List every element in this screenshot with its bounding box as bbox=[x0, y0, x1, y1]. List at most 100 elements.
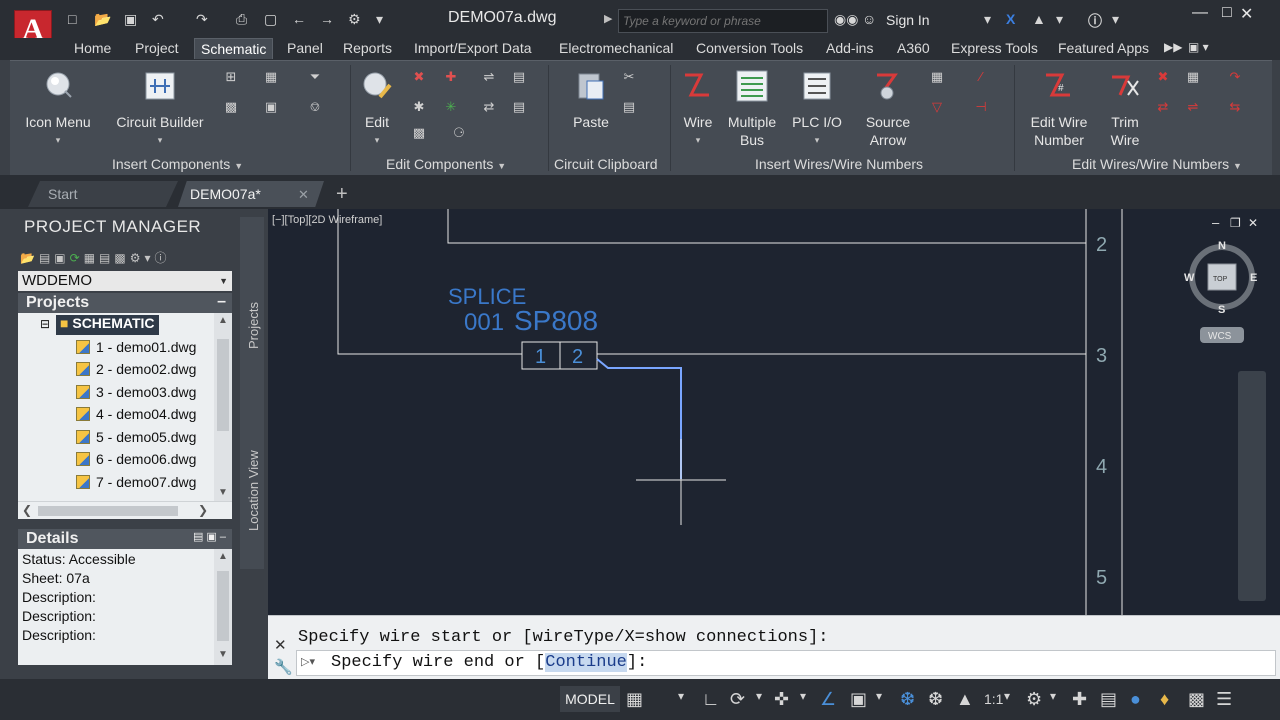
open-file-icon[interactable]: 📂 bbox=[94, 11, 111, 28]
multiple-bus-button[interactable]: Multiple Bus bbox=[722, 69, 782, 149]
circuit-builder-button[interactable]: Circuit Builder ▾ bbox=[110, 69, 210, 149]
tab-add-ins[interactable]: Add-ins bbox=[822, 40, 877, 56]
toggle-wire-number-icon[interactable]: ⇌ bbox=[1184, 99, 1202, 115]
search-expand-icon[interactable]: ▶ bbox=[604, 12, 612, 25]
tree-item-demo06[interactable]: 6 - demo06.dwg bbox=[76, 451, 196, 467]
insert-component-small-icon-4[interactable]: ▩ bbox=[222, 99, 240, 115]
wire-color-icon[interactable]: ▦ bbox=[1184, 69, 1202, 85]
scroll-thumb[interactable] bbox=[217, 339, 229, 431]
scroll-right-icon[interactable]: ❯ bbox=[198, 503, 208, 517]
toolbar-caret-icon[interactable]: ▾ bbox=[145, 251, 155, 265]
cut-icon[interactable]: ✂ bbox=[620, 69, 638, 85]
insert-component-small-icon-6[interactable]: ⎊ bbox=[306, 99, 324, 115]
align-component-icon[interactable]: ⇌ bbox=[480, 69, 498, 85]
print-icon[interactable]: ⎙ bbox=[236, 11, 247, 28]
polar-tracking-icon[interactable]: ⟳ bbox=[730, 689, 745, 710]
isodraft-caret-icon[interactable]: ▾ bbox=[800, 689, 806, 703]
settings-gear-icon[interactable]: ⚙ bbox=[348, 11, 361, 28]
tree-item-demo07[interactable]: 7 - demo07.dwg bbox=[76, 474, 196, 490]
publish-icon[interactable]: ▢ bbox=[264, 11, 277, 28]
move-component-icon[interactable]: ✚ bbox=[442, 69, 460, 85]
insert-component-small-icon-1[interactable]: ⊞ bbox=[222, 69, 240, 85]
tree-item-demo02[interactable]: 2 - demo02.dwg bbox=[76, 361, 196, 377]
tab-panel[interactable]: Panel bbox=[283, 40, 327, 56]
tree-collapse-icon[interactable]: ⊟ bbox=[40, 317, 50, 331]
isodraft-icon[interactable]: ✜ bbox=[774, 689, 789, 710]
paste-button[interactable]: Paste bbox=[570, 69, 612, 131]
stretch-wire-icon[interactable]: ↷ bbox=[1226, 69, 1244, 85]
tree-item-demo01[interactable]: 1 - demo01.dwg bbox=[76, 339, 196, 355]
maximize-icon[interactable]: □ bbox=[1222, 4, 1232, 22]
command-close-icon[interactable]: ✕ bbox=[274, 636, 287, 654]
collapse-icon[interactable]: – bbox=[217, 293, 226, 311]
ribbon-display-icon[interactable]: ▣ ▾ bbox=[1184, 40, 1213, 54]
undo-icon[interactable]: ↶ bbox=[152, 11, 164, 28]
scroll-up-icon[interactable]: ▲ bbox=[218, 315, 228, 326]
isolate-objects-icon[interactable]: ♦ bbox=[1160, 689, 1169, 710]
grid-icon[interactable]: ▦ bbox=[626, 689, 643, 710]
ortho-icon[interactable]: ∟ bbox=[702, 689, 720, 710]
exchange-apps-icon[interactable]: X bbox=[1006, 11, 1015, 27]
scoot-icon[interactable]: ✱ bbox=[410, 99, 428, 115]
insert-component-small-icon-5[interactable]: ▣ bbox=[262, 99, 280, 115]
side-tab-location-view[interactable]: Location View bbox=[246, 450, 261, 531]
binoculars-icon[interactable]: ◉◉ bbox=[834, 11, 858, 28]
clean-screen-icon[interactable]: ▩ bbox=[1188, 689, 1205, 710]
tab-project[interactable]: Project bbox=[131, 40, 183, 56]
scroll-up-icon[interactable]: ▲ bbox=[218, 551, 228, 562]
forward-arrow-icon[interactable]: → bbox=[320, 11, 334, 27]
copy-clip-icon[interactable]: ▤ bbox=[620, 99, 638, 115]
panel-title-circuit-clipboard[interactable]: Circuit Clipboard bbox=[554, 156, 657, 172]
copy-catalog-icon[interactable]: ▤ bbox=[510, 69, 528, 85]
panel-title-insert-wires[interactable]: Insert Wires/Wire Numbers bbox=[755, 156, 923, 172]
project-properties-icon[interactable]: ▦ bbox=[84, 251, 99, 265]
new-tab-icon[interactable]: + bbox=[336, 183, 348, 206]
a360-caret-icon[interactable]: ▾ bbox=[1056, 11, 1063, 28]
redo-icon[interactable]: ↷ bbox=[196, 11, 208, 28]
a360-icon[interactable]: ▲ bbox=[1032, 11, 1046, 27]
annotation-scale-icon[interactable]: ▲ bbox=[956, 689, 974, 710]
sign-in-caret-icon[interactable]: ▾ bbox=[984, 11, 991, 28]
flip-wire-number-icon[interactable]: ⇄ bbox=[1154, 99, 1172, 115]
tree-item-demo03[interactable]: 3 - demo03.dwg bbox=[76, 384, 196, 400]
side-tab-projects[interactable]: Projects bbox=[246, 302, 261, 349]
project-help-icon[interactable]: ⓘ bbox=[155, 251, 171, 265]
attribute-edit-icon[interactable]: ▤ bbox=[510, 99, 528, 115]
plc-io-button[interactable]: PLC I/O ▾ bbox=[790, 69, 844, 149]
auto-scale-icon[interactable]: ❆ bbox=[928, 689, 943, 710]
source-arrow-button[interactable]: Source Arrow bbox=[856, 69, 920, 149]
project-tasks-icon[interactable]: ⚙ bbox=[130, 251, 145, 265]
trim-wire-button[interactable]: Trim Wire bbox=[1100, 69, 1150, 149]
scroll-down-icon[interactable]: ▼ bbox=[218, 649, 228, 660]
tab-reports[interactable]: Reports bbox=[339, 40, 396, 56]
scroll-thumb[interactable] bbox=[217, 571, 229, 641]
swap-component-icon[interactable]: ✳ bbox=[442, 99, 460, 115]
tab-a360[interactable]: A360 bbox=[893, 40, 934, 56]
new-drawing-icon[interactable]: ▣ bbox=[54, 251, 69, 265]
delete-wire-numbers-icon[interactable]: ✖ bbox=[1154, 69, 1172, 85]
command-input[interactable]: ▷▾ Specify wire end or [Continue]: bbox=[296, 650, 1276, 676]
new-file-icon[interactable]: □ bbox=[68, 11, 76, 27]
command-customize-icon[interactable]: 🔧 bbox=[274, 658, 293, 676]
polar-caret-icon[interactable]: ▾ bbox=[756, 689, 762, 703]
insert-component-small-icon-3[interactable]: ⏷ bbox=[306, 69, 324, 85]
tab-schematic[interactable]: Schematic bbox=[194, 38, 274, 59]
hardware-acceleration-icon[interactable]: ● bbox=[1130, 689, 1141, 710]
toggle-no-nc-icon[interactable]: ▩ bbox=[410, 125, 428, 141]
details-view-icons[interactable]: ▤ ▣ – bbox=[193, 530, 226, 543]
drawing-list-report-icon[interactable]: ▤ bbox=[99, 251, 114, 265]
back-arrow-icon[interactable]: ← bbox=[292, 11, 306, 27]
annotation-visibility-icon[interactable]: ❆ bbox=[900, 689, 915, 710]
icon-menu-button[interactable]: Icon Menu ▾ bbox=[22, 69, 94, 149]
fix-attribute-icon[interactable]: ⚆ bbox=[450, 125, 468, 141]
insert-component-small-icon-2[interactable]: ▦ bbox=[262, 69, 280, 85]
edit-wire-number-button[interactable]: # Edit Wire Number bbox=[1024, 69, 1094, 149]
workspace-caret-icon[interactable]: ▾ bbox=[1050, 689, 1056, 703]
tab-express-tools[interactable]: Express Tools bbox=[947, 40, 1042, 56]
tab-electromechanical[interactable]: Electromechanical bbox=[555, 40, 677, 56]
tab-featured-apps[interactable]: Featured Apps bbox=[1054, 40, 1153, 56]
open-project-icon[interactable]: 📂 bbox=[20, 251, 39, 265]
close-tab-icon[interactable]: ✕ bbox=[298, 187, 309, 203]
search-input[interactable] bbox=[618, 9, 828, 33]
details-vertical-scrollbar[interactable]: ▲ ▼ bbox=[214, 549, 232, 665]
